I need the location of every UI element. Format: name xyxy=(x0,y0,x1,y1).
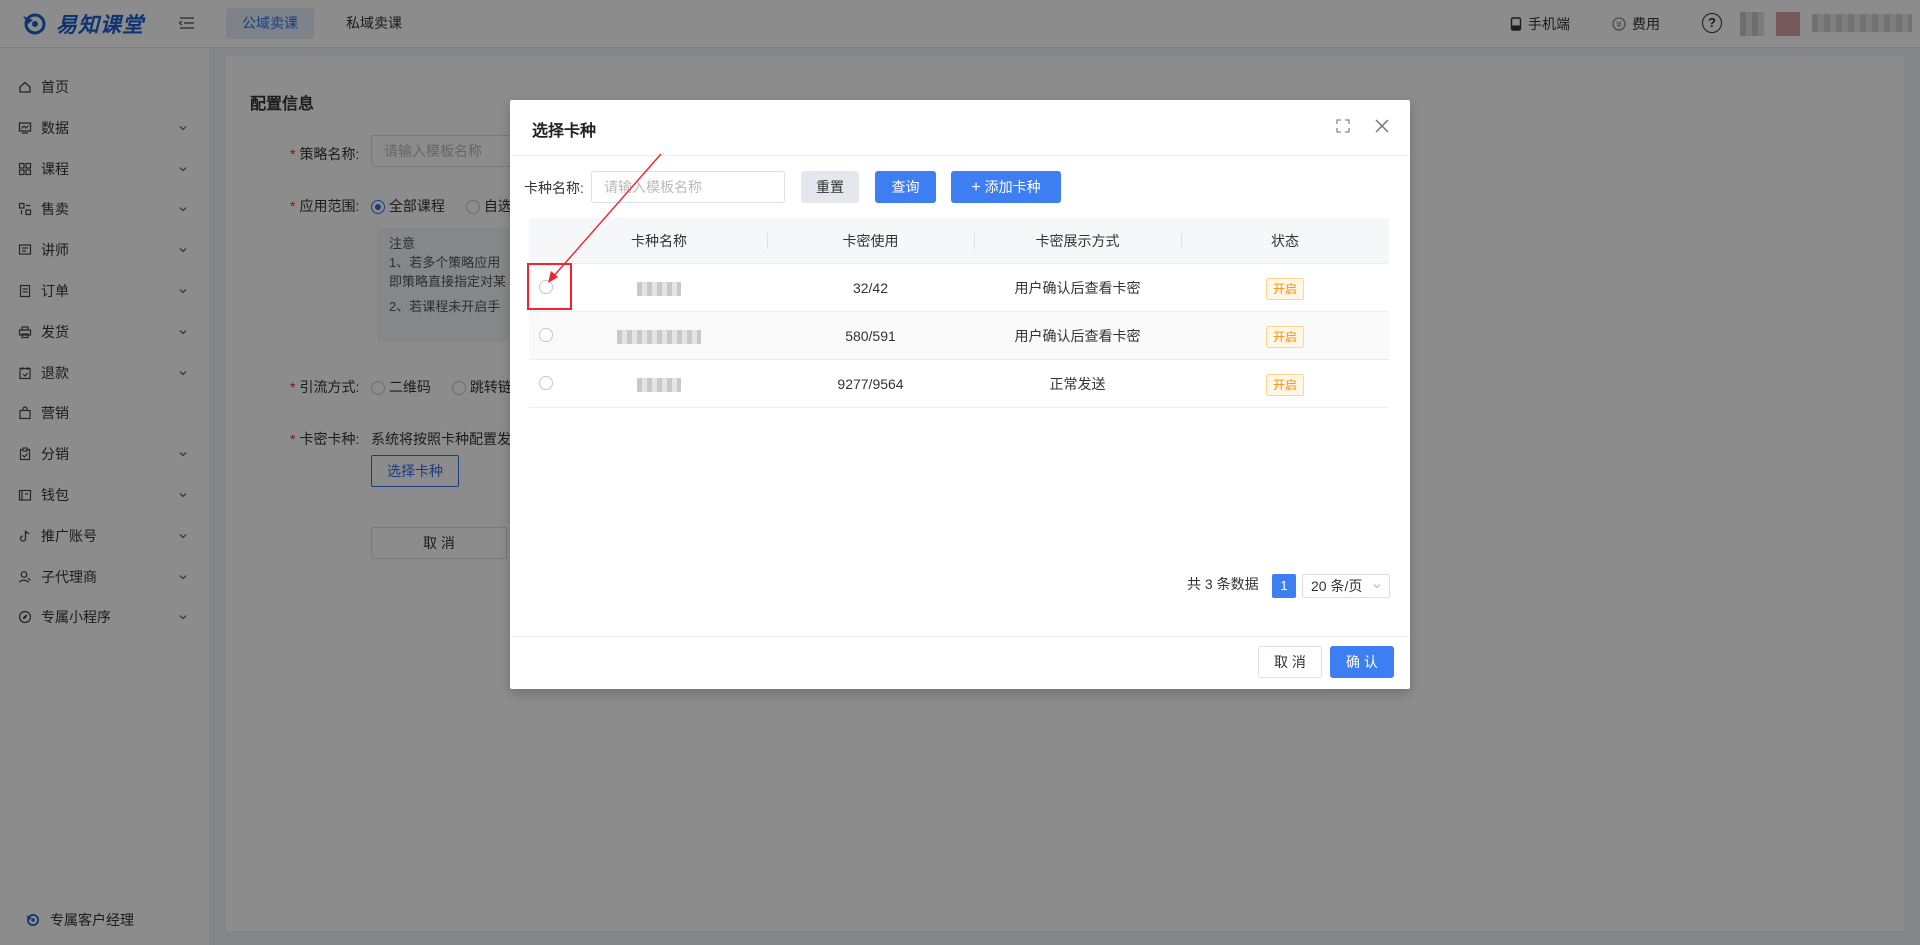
card-name-search-input[interactable]: 请输入模板名称 xyxy=(591,171,785,203)
close-icon[interactable] xyxy=(1374,118,1390,134)
reset-button[interactable]: 重置 xyxy=(801,171,859,203)
add-card-button[interactable]: + 添加卡种 xyxy=(951,171,1061,203)
col-card-usage: 卡密使用 xyxy=(842,233,899,249)
add-card-label: 添加卡种 xyxy=(984,179,1041,195)
query-button[interactable]: 查询 xyxy=(875,171,936,203)
modal-title: 选择卡种 xyxy=(532,123,597,140)
total-count: 共 3 条数据 xyxy=(1187,576,1259,592)
card-display-mode: 用户确认后查看卡密 xyxy=(1014,328,1141,344)
table-row[interactable]: 32/42 用户确认后查看卡密 开启 xyxy=(529,264,1389,312)
status-badge: 开启 xyxy=(1265,326,1304,349)
page-number-button[interactable]: 1 xyxy=(1272,574,1296,598)
app-root: 易知课堂 公域卖课 私域卖课 手机端 ¥ 费用 ? 首页 数据 课程 售卖 讲师 订单 发货… xyxy=(0,0,1920,945)
plus-icon: + xyxy=(971,179,981,196)
table-row[interactable]: 580/591 用户确认后查看卡密 开启 xyxy=(529,312,1389,360)
status-badge: 开启 xyxy=(1265,278,1304,301)
card-display-mode: 正常发送 xyxy=(1049,376,1106,392)
card-usage: 580/591 xyxy=(845,328,896,344)
row-select-radio[interactable] xyxy=(539,328,553,342)
status-badge: 开启 xyxy=(1265,374,1304,397)
status-cell: 开启 xyxy=(1181,264,1389,312)
select-card-modal: 选择卡种 卡种名称: 请输入模板名称 重置 查询 + 添加卡种 卡种名称 卡密使用… xyxy=(510,100,1410,689)
col-card-name: 卡种名称 xyxy=(631,233,687,249)
fullscreen-icon[interactable] xyxy=(1335,118,1351,134)
card-name-blurred xyxy=(569,360,749,408)
table-row[interactable]: 9277/9564 正常发送 开启 xyxy=(529,360,1389,408)
modal-confirm-button[interactable]: 确 认 xyxy=(1330,646,1394,678)
chevron-down-icon xyxy=(1373,584,1381,589)
status-cell: 开启 xyxy=(1181,360,1389,408)
card-name-blurred xyxy=(569,312,749,360)
page-size-select[interactable]: 20 条/页 xyxy=(1302,574,1390,598)
table-header: 卡种名称 卡密使用 卡密展示方式 状态 xyxy=(529,218,1389,264)
filter-label: 卡种名称: xyxy=(524,180,584,196)
annotation-highlight-box xyxy=(527,263,572,310)
status-cell: 开启 xyxy=(1181,312,1389,360)
page-size-value: 20 条/页 xyxy=(1311,578,1363,594)
col-status: 状态 xyxy=(1271,233,1299,249)
col-display-mode: 卡密展示方式 xyxy=(1035,233,1120,249)
row-select-radio[interactable] xyxy=(539,376,553,390)
card-name-blurred xyxy=(569,264,749,312)
card-usage: 9277/9564 xyxy=(837,376,904,392)
modal-header: 选择卡种 xyxy=(510,100,1410,156)
modal-cancel-button[interactable]: 取 消 xyxy=(1258,646,1322,678)
card-usage: 32/42 xyxy=(852,280,889,296)
card-display-mode: 用户确认后查看卡密 xyxy=(1014,280,1141,296)
